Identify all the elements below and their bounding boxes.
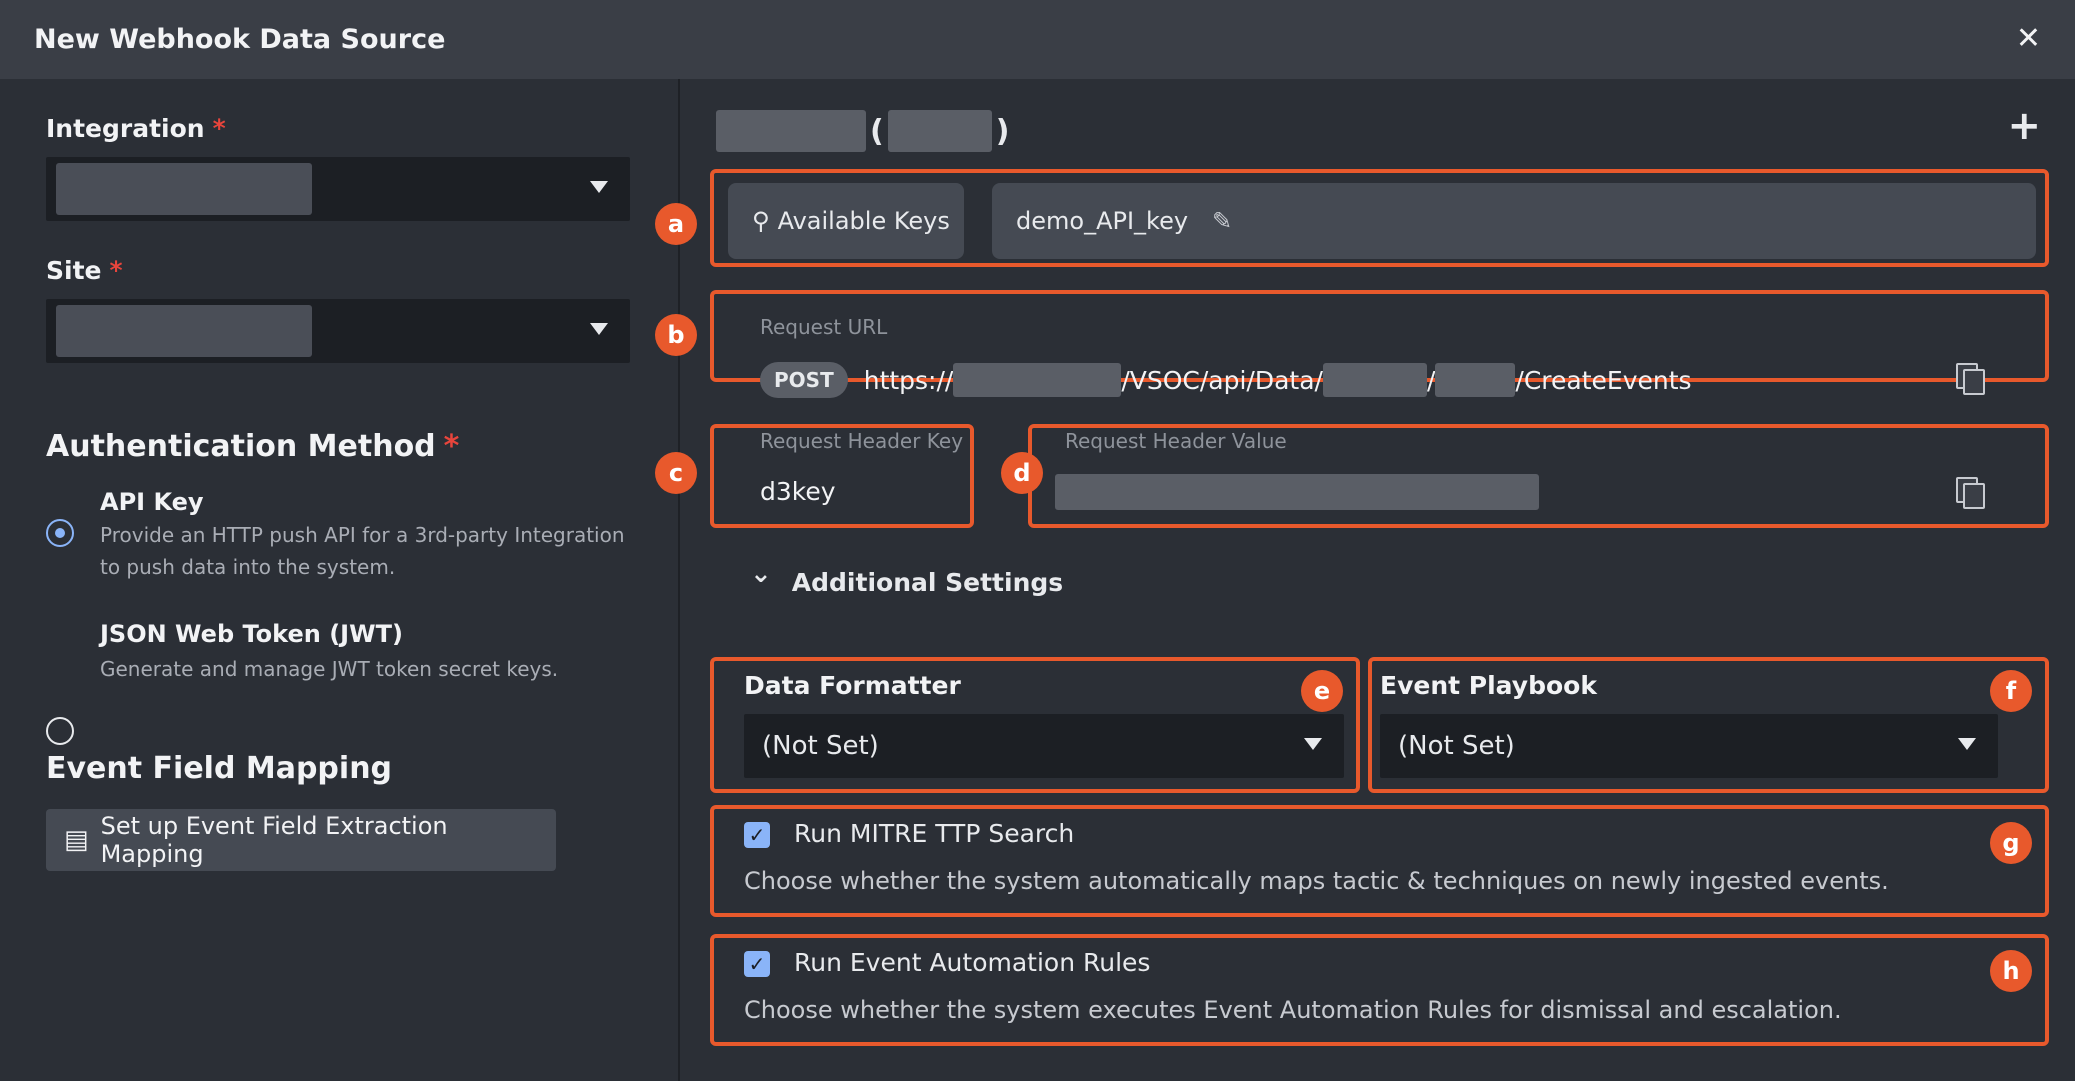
mitre-desc: Choose whether the system automatically …: [744, 867, 1889, 895]
site-select[interactable]: [46, 299, 630, 363]
site-id-redacted: [887, 110, 992, 152]
key-icon: ⚲: [752, 207, 770, 235]
mitre-label: Run MITRE TTP Search: [794, 819, 1075, 848]
integration-select[interactable]: [46, 157, 630, 221]
available-keys-button[interactable]: ⚲ Available Keys: [728, 183, 964, 259]
copy-header-value-icon[interactable]: [1956, 477, 1985, 509]
auth-method-title: Authentication Method *: [46, 429, 460, 464]
data-formatter-label: Data Formatter: [744, 671, 961, 700]
chevron-down-icon: [1958, 738, 1976, 750]
copy-url-icon[interactable]: [1956, 363, 1985, 395]
event-field-mapping-title: Event Field Mapping: [46, 751, 393, 786]
chevron-down-icon: [1304, 738, 1322, 750]
integration-id-redacted: [1322, 363, 1427, 397]
api-key-desc: Provide an HTTP push API for a 3rd-party…: [100, 523, 625, 579]
request-url-label: Request URL: [760, 315, 888, 339]
header-value-redacted: [1055, 474, 1539, 510]
automation-checkbox[interactable]: ✓: [744, 951, 770, 977]
jwt-radio[interactable]: [46, 717, 74, 745]
automation-label: Run Event Automation Rules: [794, 948, 1151, 977]
setup-mapping-button[interactable]: ▤ Set up Event Field Extraction Mapping: [46, 809, 556, 871]
badge-a: a: [655, 203, 697, 245]
pencil-icon[interactable]: ✎: [1212, 207, 1232, 235]
integration-value-redacted: [56, 163, 312, 215]
method-badge: POST: [760, 362, 848, 398]
event-playbook-label: Event Playbook: [1380, 671, 1597, 700]
dialog-header: New Webhook Data Source ✕: [0, 0, 2075, 79]
host-redacted: [953, 363, 1122, 397]
badge-g: g: [1990, 822, 2032, 864]
site-heading: ( ): [716, 109, 1009, 153]
left-panel: Integration * Site * Authentication Method…: [0, 79, 678, 1081]
site-id-url-redacted: [1435, 363, 1516, 397]
header-value-label: Request Header Value: [1065, 429, 1287, 453]
badge-c: c: [655, 452, 697, 494]
automation-desc: Choose whether the system executes Event…: [744, 996, 1842, 1024]
selected-key-chip[interactable]: demo_API_key ✎: [992, 183, 2036, 259]
chevron-down-icon: [590, 323, 608, 335]
badge-h: h: [1990, 950, 2032, 992]
mitre-checkbox[interactable]: ✓: [744, 822, 770, 848]
site-name-redacted: [716, 110, 866, 152]
add-icon[interactable]: +: [2007, 103, 2041, 149]
chevron-down-icon: ⌄: [750, 559, 772, 589]
dialog-title: New Webhook Data Source: [34, 24, 446, 55]
chevron-down-icon: [590, 181, 608, 193]
list-icon: ▤: [64, 825, 89, 855]
site-value-redacted: [56, 305, 312, 357]
badge-f: f: [1990, 670, 2032, 712]
additional-settings-toggle[interactable]: ⌄ Additional Settings: [750, 559, 1063, 597]
api-key-title: API Key: [100, 488, 204, 516]
site-label: Site *: [46, 256, 123, 285]
integration-label: Integration *: [46, 114, 226, 143]
data-formatter-select[interactable]: (Not Set): [744, 714, 1344, 778]
request-url-row: POST https:// /VSOC/api/Data/ / /CreateE…: [760, 360, 1692, 400]
jwt-desc: Generate and manage JWT token secret key…: [100, 657, 559, 681]
header-key-label: Request Header Key: [760, 429, 964, 453]
right-panel: ( ) + a ⚲ Available Keys demo_API_key ✎ …: [655, 79, 2075, 1081]
jwt-title: JSON Web Token (JWT): [100, 620, 403, 648]
api-key-radio[interactable]: [46, 519, 74, 547]
badge-d: d: [1001, 452, 1043, 494]
badge-b: b: [655, 314, 697, 356]
close-icon[interactable]: ✕: [2016, 24, 2041, 54]
header-key-value: d3key: [760, 477, 836, 506]
badge-e: e: [1301, 670, 1343, 712]
event-playbook-select[interactable]: (Not Set): [1380, 714, 1998, 778]
